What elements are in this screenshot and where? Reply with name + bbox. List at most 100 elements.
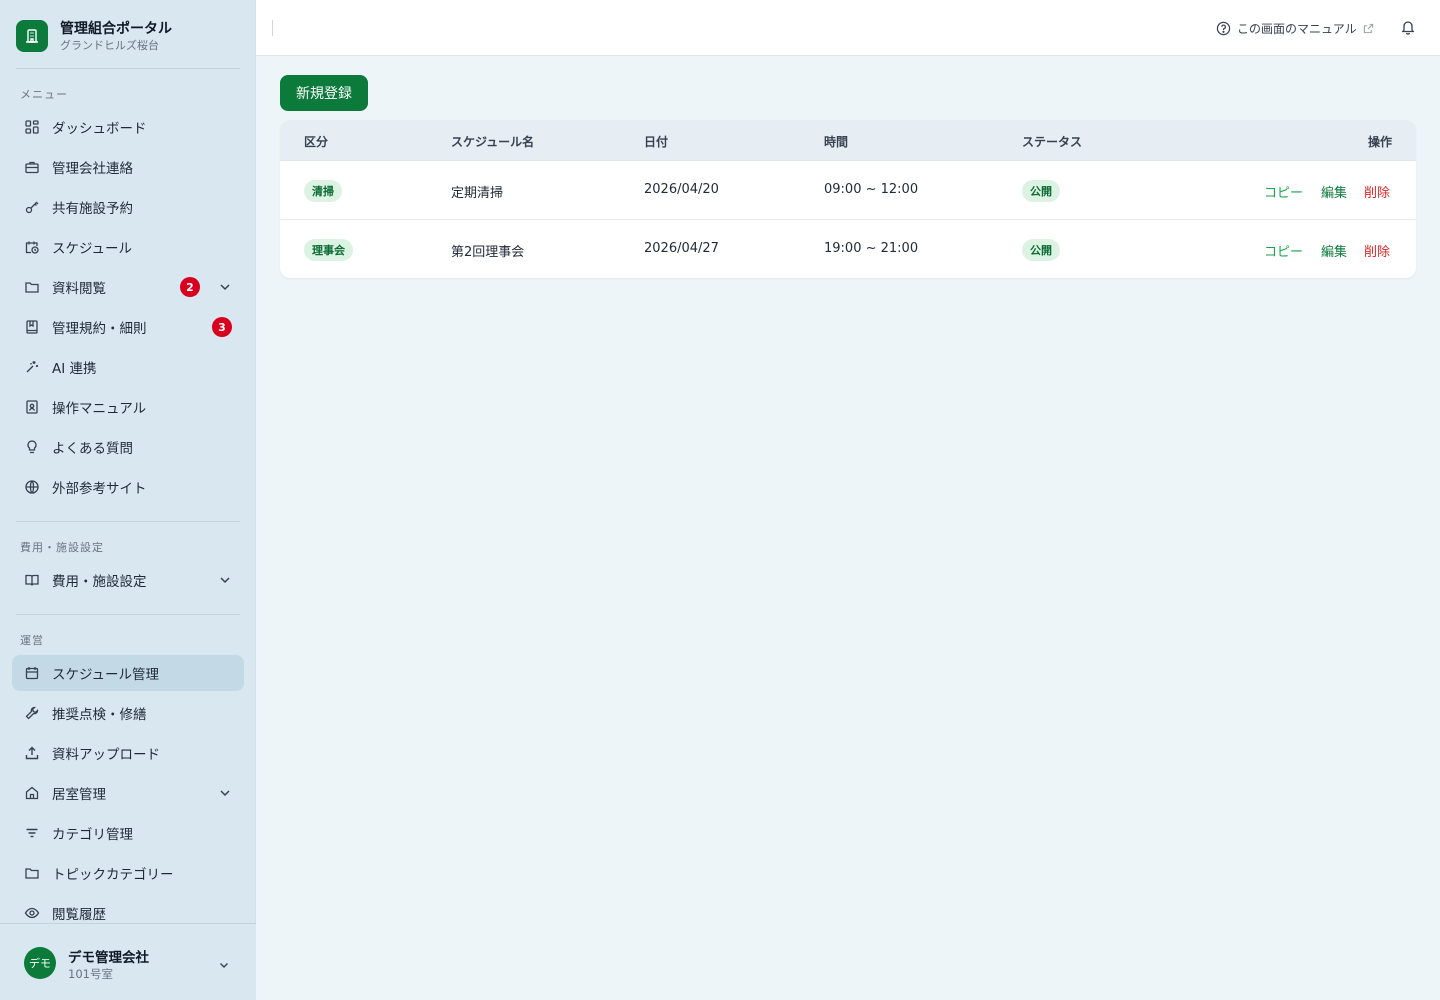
schedule-date: 2026/04/20 xyxy=(644,182,719,197)
sidebar-item-label: よくある質問 xyxy=(52,441,133,457)
sidebar-item-label: AI 連携 xyxy=(52,361,97,377)
sidebar-item-label: 操作マニュアル xyxy=(52,401,147,417)
sidebar-item-schedule-management[interactable]: スケジュール管理 xyxy=(12,655,244,691)
sidebar-item-label: 共有施設予約 xyxy=(52,201,133,217)
sidebar-item-label: 管理会社連絡 xyxy=(52,161,133,177)
copy-button[interactable]: コピー xyxy=(1264,182,1303,201)
column-header-date: 日付 xyxy=(644,135,669,149)
lightbulb-icon xyxy=(24,439,40,455)
table-row: 清掃 定期清掃 2026/04/20 09:00 ~ 12:00 公開 コピー … xyxy=(280,161,1416,220)
key-icon xyxy=(24,199,40,215)
section-label-cost: 費用・施設設定 xyxy=(20,541,104,554)
sparkle-icon xyxy=(24,359,40,375)
brand[interactable]: 管理組合ポータル グランドヒルズ桜台 xyxy=(16,16,172,56)
delete-button[interactable]: 削除 xyxy=(1364,241,1390,260)
external-link-icon xyxy=(1363,23,1374,34)
sidebar-item-label: 推奨点検・修繕 xyxy=(52,707,147,723)
manual-icon xyxy=(24,399,40,415)
header-separator xyxy=(272,20,273,36)
edit-button[interactable]: 編集 xyxy=(1321,241,1347,260)
sidebar-item-label: 外部参考サイト xyxy=(52,481,147,497)
sidebar-item-label: ダッシュボード xyxy=(52,121,147,137)
grid-icon xyxy=(24,119,40,135)
sidebar-item-label: トピックカテゴリー xyxy=(52,867,174,883)
avatar: デモ xyxy=(24,947,56,979)
sidebar-item-facility-booking[interactable]: 共有施設予約 xyxy=(12,189,244,225)
sidebar-item-inspection[interactable]: 推奨点検・修繕 xyxy=(12,695,244,731)
sidebar-item-label: 閲覧履歴 xyxy=(52,907,106,923)
edit-button[interactable]: 編集 xyxy=(1321,182,1347,201)
schedule-name: 第2回理事会 xyxy=(451,245,525,260)
schedule-time: 19:00 ~ 21:00 xyxy=(824,241,919,256)
folder-icon xyxy=(24,279,40,295)
divider xyxy=(16,68,240,69)
category-badge: 清掃 xyxy=(304,180,342,202)
sidebar-item-documents[interactable]: 資料閲覧 2 xyxy=(12,269,244,305)
sidebar-item-label: 管理規約・細則 xyxy=(52,321,147,337)
column-header-name: スケジュール名 xyxy=(451,135,535,149)
category-badge: 理事会 xyxy=(304,239,353,261)
bell-icon[interactable] xyxy=(1400,19,1416,35)
user-name: デモ管理会社 xyxy=(68,950,149,966)
sidebar-item-external-sites[interactable]: 外部参考サイト xyxy=(12,469,244,505)
column-header-category: 区分 xyxy=(304,135,329,149)
count-badge: 2 xyxy=(180,277,200,297)
schedule-date: 2026/04/27 xyxy=(644,241,719,256)
divider xyxy=(16,521,240,522)
sidebar: 管理組合ポータル グランドヒルズ桜台 メニュー ダッシュボード 管理会社連絡 共… xyxy=(0,0,256,1000)
sidebar-item-label: 居室管理 xyxy=(52,787,106,803)
copy-button[interactable]: コピー xyxy=(1264,241,1303,260)
status-badge: 公開 xyxy=(1022,180,1060,202)
sidebar-item-topic-category[interactable]: トピックカテゴリー xyxy=(12,855,244,891)
section-label-menu: メニュー xyxy=(20,88,68,101)
open-book-icon xyxy=(24,572,40,588)
sidebar-item-category-management[interactable]: カテゴリ管理 xyxy=(12,815,244,851)
eye-icon xyxy=(24,905,40,921)
calendar-clock-icon xyxy=(24,239,40,255)
new-registration-button[interactable]: 新規登録 xyxy=(280,75,368,111)
table-row: 理事会 第2回理事会 2026/04/27 19:00 ~ 21:00 公開 コ… xyxy=(280,220,1416,278)
sidebar-item-faq[interactable]: よくある質問 xyxy=(12,429,244,465)
sidebar-item-label: 費用・施設設定 xyxy=(52,574,147,590)
folder-icon xyxy=(24,865,40,881)
column-header-time: 時間 xyxy=(824,135,849,149)
chevron-down-icon[interactable] xyxy=(218,786,232,800)
divider xyxy=(16,614,240,615)
sidebar-item-management-contact[interactable]: 管理会社連絡 xyxy=(12,149,244,185)
section-label-ops: 運営 xyxy=(20,634,44,647)
user-menu[interactable]: デモ デモ管理会社 101号室 xyxy=(0,923,256,1000)
filter-icon xyxy=(24,825,40,841)
calendar-icon xyxy=(24,665,40,681)
delete-button[interactable]: 削除 xyxy=(1364,182,1390,201)
sidebar-item-room-management[interactable]: 居室管理 xyxy=(12,775,244,811)
sidebar-item-dashboard[interactable]: ダッシュボード xyxy=(12,109,244,145)
briefcase-icon xyxy=(24,159,40,175)
sidebar-item-manual[interactable]: 操作マニュアル xyxy=(12,389,244,425)
chevron-down-icon[interactable] xyxy=(218,956,230,968)
wrench-icon xyxy=(24,705,40,721)
user-room: 101号室 xyxy=(68,967,113,981)
chevron-down-icon[interactable] xyxy=(218,280,232,294)
sidebar-item-label: カテゴリ管理 xyxy=(52,827,133,843)
chevron-down-icon[interactable] xyxy=(218,573,232,587)
sidebar-item-schedule[interactable]: スケジュール xyxy=(12,229,244,265)
help-circle-icon xyxy=(1216,21,1231,36)
screen-manual-link[interactable]: この画面のマニュアル xyxy=(1216,19,1374,37)
brand-subtitle: グランドヒルズ桜台 xyxy=(60,38,159,52)
sidebar-item-label: スケジュール管理 xyxy=(52,667,160,683)
top-header: この画面のマニュアル xyxy=(256,0,1440,56)
table-header: 区分 スケジュール名 日付 時間 ステータス 操作 xyxy=(280,120,1416,161)
sidebar-item-upload[interactable]: 資料アップロード xyxy=(12,735,244,771)
sidebar-item-cost-settings[interactable]: 費用・施設設定 xyxy=(12,562,244,598)
column-header-actions: 操作 xyxy=(1368,135,1393,149)
sidebar-item-bylaws[interactable]: 管理規約・細則 3 xyxy=(12,309,244,345)
schedule-table: 区分 スケジュール名 日付 時間 ステータス 操作 清掃 定期清掃 2026/0… xyxy=(280,120,1416,278)
sidebar-item-label: 資料閲覧 xyxy=(52,281,106,297)
schedule-name: 定期清掃 xyxy=(451,186,504,201)
book-icon xyxy=(24,319,40,335)
upload-icon xyxy=(24,745,40,761)
status-badge: 公開 xyxy=(1022,239,1060,261)
globe-icon xyxy=(24,479,40,495)
sidebar-item-ai[interactable]: AI 連携 xyxy=(12,349,244,385)
column-header-status: ステータス xyxy=(1022,135,1083,149)
